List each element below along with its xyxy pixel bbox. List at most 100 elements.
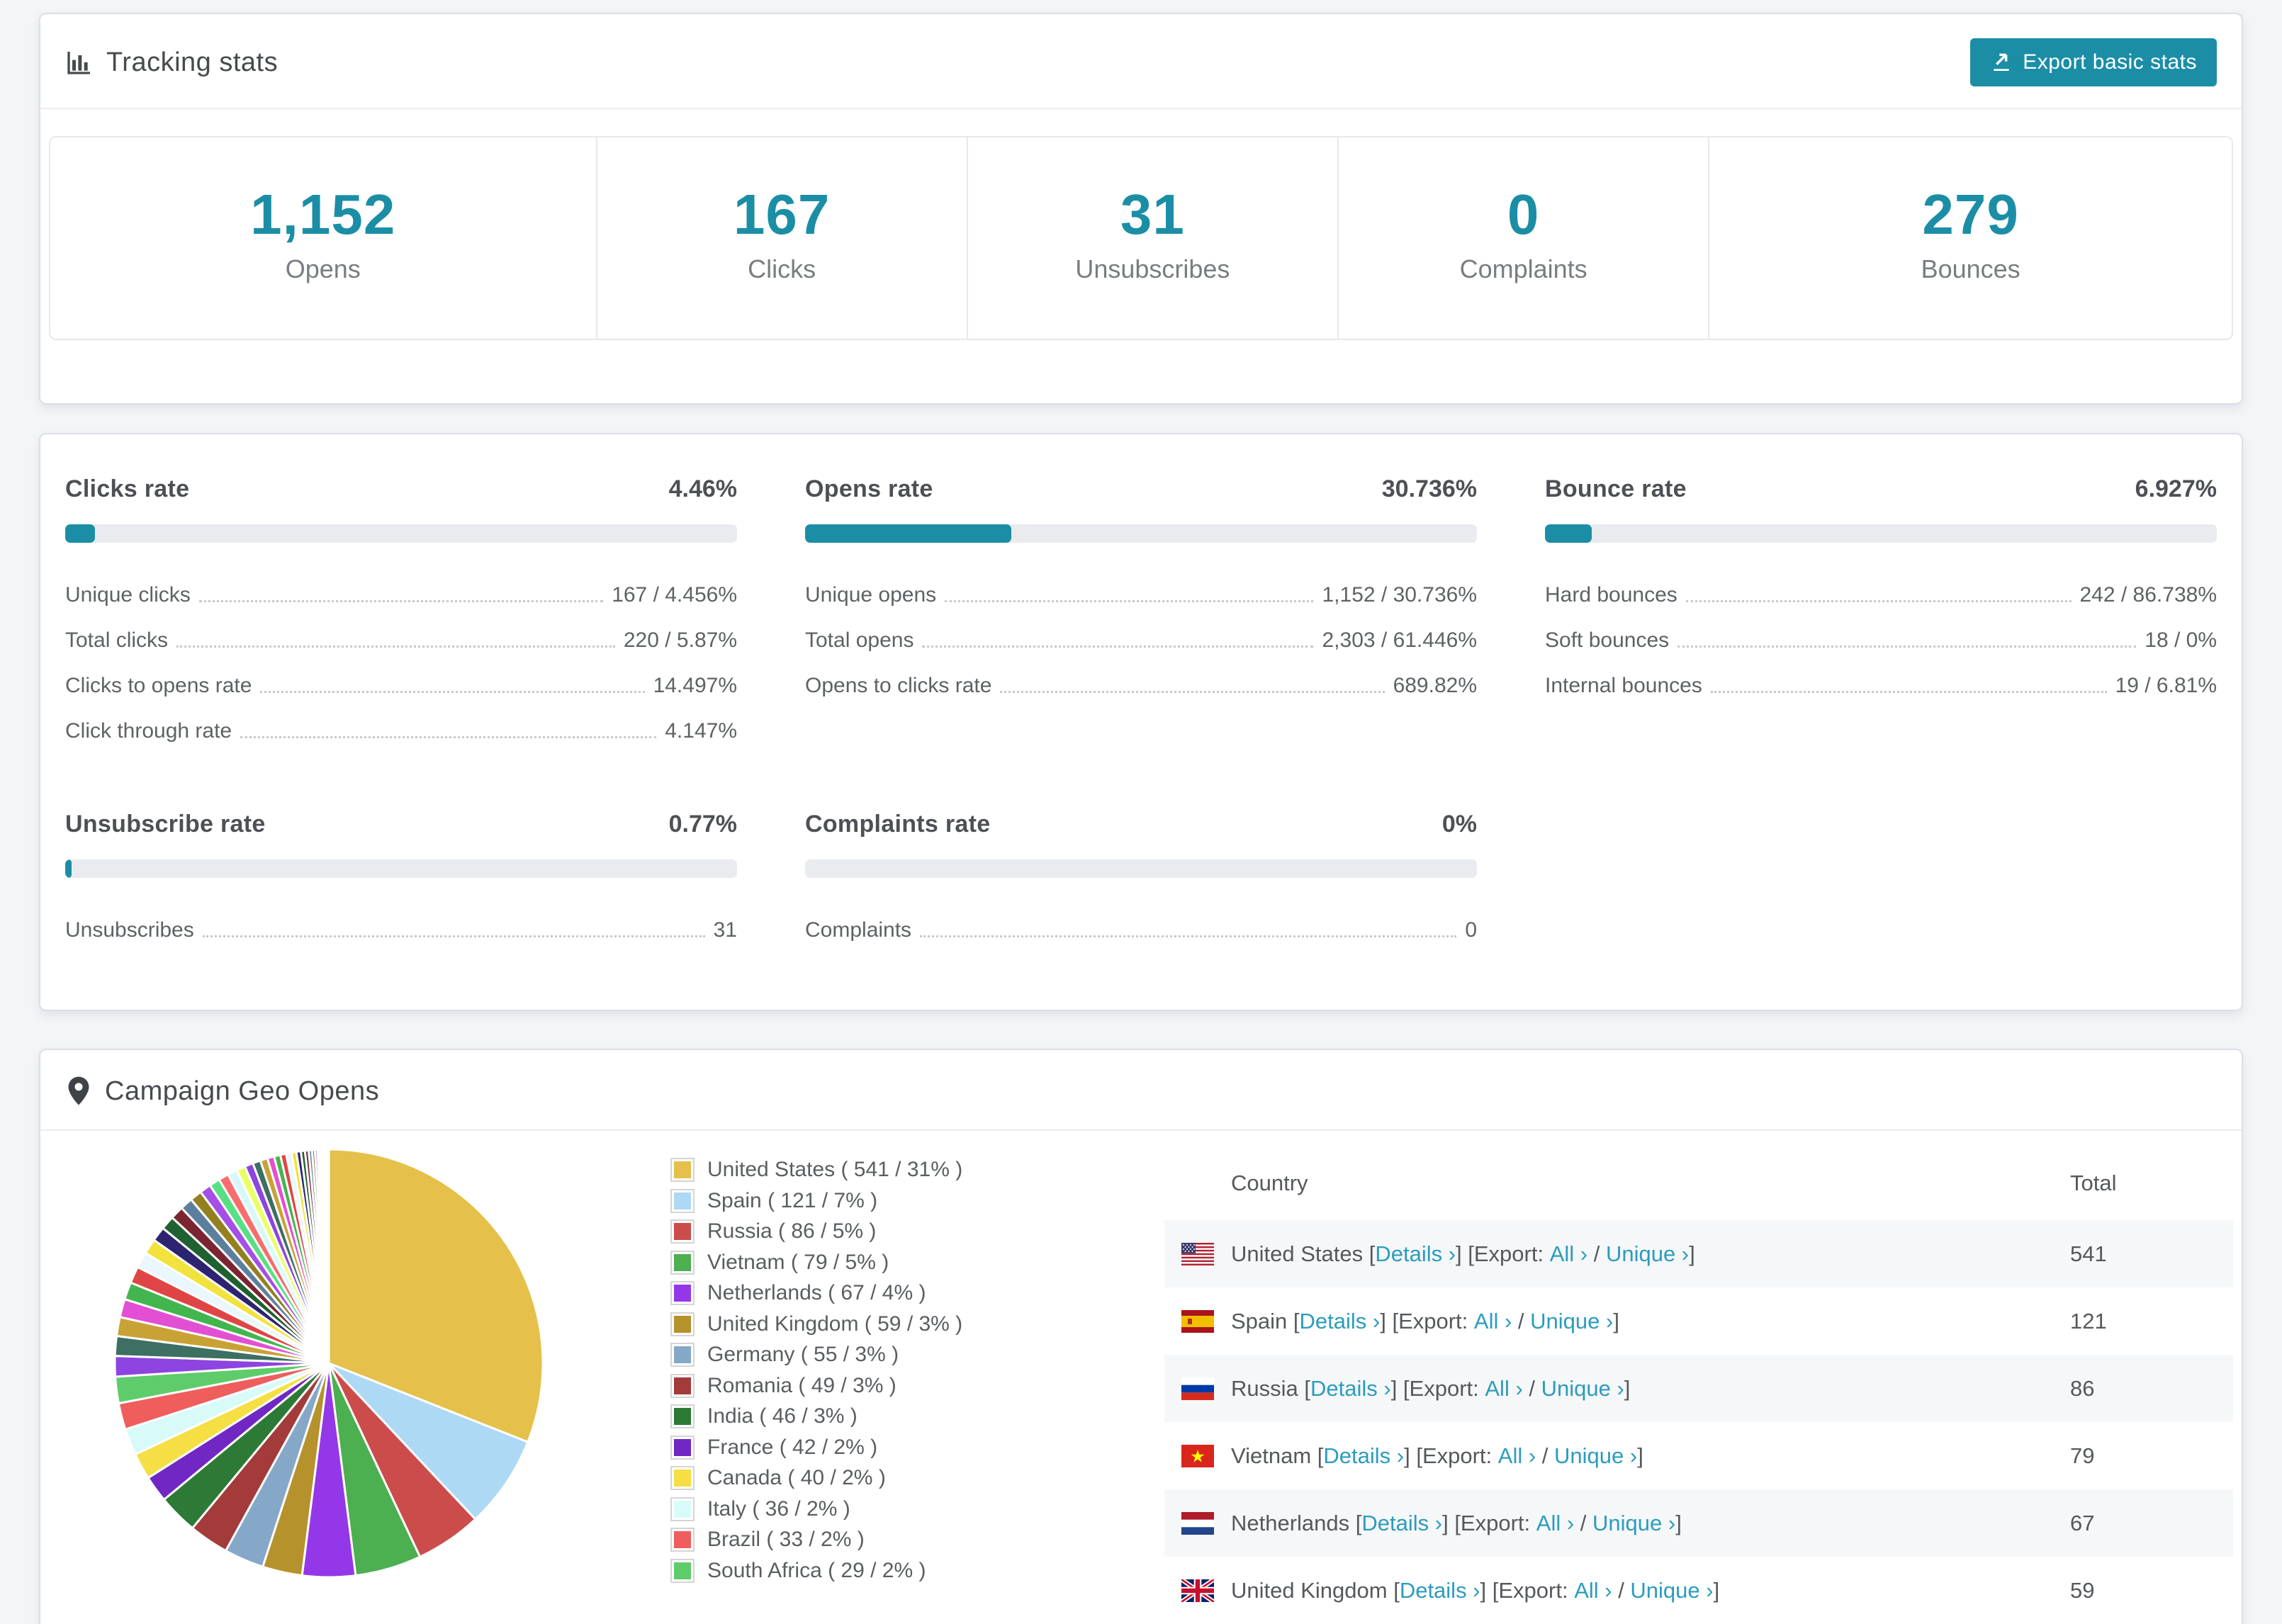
rate-row: Unique clicks 167 / 4.456% [65, 573, 737, 618]
dotted-leader [945, 600, 1314, 602]
rate-head: Clicks rate 4.46% [65, 475, 737, 503]
rate-row-label: Total clicks [65, 628, 169, 652]
rate-percent: 30.736% [1381, 475, 1477, 502]
geo-table-row-es: Spain [Details ›] [Export: All › / Uniqu… [1164, 1287, 2233, 1355]
legend-label: Brazil ( 33 / 2% ) [707, 1528, 865, 1551]
legend-item-br[interactable]: Brazil ( 33 / 2% ) [670, 1528, 1085, 1552]
export-unique-link[interactable]: Unique › [1630, 1578, 1713, 1603]
details-link[interactable]: Details › [1400, 1578, 1480, 1603]
rate-block-clicks-rate: Clicks rate 4.46% Unique clicks 167 / 4.456… [65, 475, 737, 754]
rate-head: Opens rate 30.736% [805, 475, 1477, 503]
rate-row: Complaints 0 [805, 908, 1477, 953]
export-all-link[interactable]: All › [1498, 1443, 1536, 1469]
legend-label: India ( 46 / 3% ) [707, 1404, 858, 1428]
rate-block-complaints-rate: Complaints rate 0% Complaints 0 [805, 811, 1477, 953]
details-link[interactable]: Details › [1310, 1376, 1391, 1402]
legend-item-vn[interactable]: Vietnam ( 79 / 5% ) [670, 1250, 1085, 1275]
dotted-leader [922, 645, 1314, 648]
flag-es-icon [1181, 1309, 1214, 1333]
rate-row-label: Soft bounces [1545, 628, 1670, 652]
rate-row: Hard bounces 242 / 86.738% [1545, 573, 2217, 618]
geo-opens-header: Campaign Geo Opens [40, 1050, 2242, 1131]
export-all-link[interactable]: All › [1485, 1376, 1522, 1402]
legend-item-es[interactable]: Spain ( 121 / 7% ) [670, 1188, 1085, 1213]
stat-value: 167 [733, 183, 831, 246]
rate-row: Total opens 2,303 / 61.446% [805, 618, 1477, 663]
legend-label: Russia ( 86 / 5% ) [707, 1219, 877, 1243]
legend-label: France ( 42 / 2% ) [707, 1435, 878, 1459]
dotted-leader [1000, 691, 1385, 693]
geo-pie-chart [109, 1142, 549, 1624]
geo-opens-title: Campaign Geo Opens [65, 1076, 379, 1107]
rate-head: Unsubscribe rate 0.77% [65, 811, 737, 838]
country-cell: United States [Details ›] [Export: All ›… [1164, 1241, 2070, 1267]
dotted-leader [1677, 645, 2137, 648]
rate-row-value: 14.497% [653, 674, 737, 697]
geo-opens-title-text: Campaign Geo Opens [105, 1076, 380, 1106]
rate-row-value: 0 [1465, 918, 1477, 942]
legend-item-it[interactable]: Italy ( 36 / 2% ) [670, 1496, 1085, 1521]
legend-swatch [670, 1281, 695, 1305]
rate-head: Complaints rate 0% [805, 811, 1477, 838]
rate-title: Bounce rate [1545, 475, 1687, 502]
rate-row-label: Internal bounces [1545, 674, 1702, 697]
country-total: 79 [2070, 1443, 2095, 1468]
legend-label: Vietnam ( 79 / 5% ) [707, 1250, 889, 1274]
legend-item-ro[interactable]: Romania ( 49 / 3% ) [670, 1373, 1085, 1398]
export-unique-link[interactable]: Unique › [1541, 1376, 1624, 1402]
legend-swatch [670, 1466, 695, 1490]
rate-title: Opens rate [805, 475, 933, 502]
dotted-leader [198, 600, 604, 602]
bar-chart-icon [65, 48, 94, 77]
geo-table-row-gb: United Kingdom [Details ›] [Export: All … [1164, 1557, 2233, 1624]
export-unique-link[interactable]: Unique › [1606, 1241, 1689, 1267]
legend-item-gb[interactable]: United Kingdom ( 59 / 3% ) [670, 1312, 1085, 1336]
export-basic-stats-button[interactable]: Export basic stats [1970, 38, 2217, 86]
progress-bar [805, 859, 1477, 878]
export-all-link[interactable]: All › [1574, 1578, 1612, 1603]
dotted-leader [1685, 600, 2072, 602]
geo-table-scroll-area[interactable]: Country Total United States [Details ›] … [1164, 1142, 2233, 1624]
rates-card: Clicks rate 4.46% Unique clicks 167 / 4.456… [39, 433, 2243, 1011]
stat-cell-clicks: 167 Clicks [595, 137, 967, 339]
legend-item-in[interactable]: India ( 46 / 3% ) [670, 1404, 1085, 1428]
export-all-link[interactable]: All › [1536, 1511, 1574, 1536]
rate-row: Unique opens 1,152 / 30.736% [805, 573, 1477, 618]
legend-item-nl[interactable]: Netherlands ( 67 / 4% ) [670, 1281, 1085, 1305]
country-name: Russia [1231, 1375, 1298, 1401]
export-unique-link[interactable]: Unique › [1554, 1443, 1637, 1469]
rate-row: Click through rate 4.147% [65, 709, 737, 754]
export-unique-link[interactable]: Unique › [1530, 1309, 1613, 1334]
flag-us-icon [1181, 1242, 1214, 1265]
campaign-stats-page: Tracking stats Export basic stats 1,152 O… [0, 13, 2282, 1624]
rate-row-label: Clicks to opens rate [65, 674, 252, 697]
legend-item-ca[interactable]: Canada ( 40 / 2% ) [670, 1466, 1085, 1490]
rate-row: Internal bounces 19 / 6.81% [1545, 663, 2217, 709]
legend-item-fr[interactable]: France ( 42 / 2% ) [670, 1435, 1085, 1460]
country-total: 67 [2070, 1510, 2095, 1535]
legend-swatch [670, 1528, 695, 1552]
legend-item-de[interactable]: Germany ( 55 / 3% ) [670, 1343, 1085, 1367]
legend-item-ru[interactable]: Russia ( 86 / 5% ) [670, 1219, 1085, 1244]
flag-vn-icon [1181, 1444, 1214, 1467]
progress-bar [805, 524, 1477, 543]
export-all-link[interactable]: All › [1550, 1241, 1587, 1267]
rate-block-opens-rate: Opens rate 30.736% Unique opens 1,152 / 30.… [805, 475, 1477, 754]
country-total: 86 [2070, 1375, 2095, 1401]
export-unique-link[interactable]: Unique › [1592, 1511, 1675, 1536]
details-link[interactable]: Details › [1361, 1511, 1442, 1536]
rate-row-value: 18 / 0% [2145, 628, 2217, 652]
country-name: United States [1231, 1241, 1364, 1266]
progress-bar-fill [65, 524, 96, 543]
rate-block-bounce-rate: Bounce rate 6.927% Hard bounces 242 / 86.73… [1545, 475, 2217, 754]
campaign-geo-opens-card: Campaign Geo Opens United States ( 541 /… [39, 1049, 2243, 1624]
rate-rows: Complaints 0 [805, 908, 1477, 953]
export-all-link[interactable]: All › [1474, 1309, 1512, 1334]
legend-item-us[interactable]: United States ( 541 / 31% ) [670, 1158, 1085, 1182]
map-pin-icon [65, 1076, 92, 1107]
details-link[interactable]: Details › [1300, 1309, 1381, 1334]
details-link[interactable]: Details › [1323, 1443, 1404, 1469]
rate-row-value: 689.82% [1393, 674, 1477, 697]
details-link[interactable]: Details › [1375, 1241, 1456, 1267]
legend-item-za[interactable]: South Africa ( 29 / 2% ) [670, 1558, 1085, 1583]
